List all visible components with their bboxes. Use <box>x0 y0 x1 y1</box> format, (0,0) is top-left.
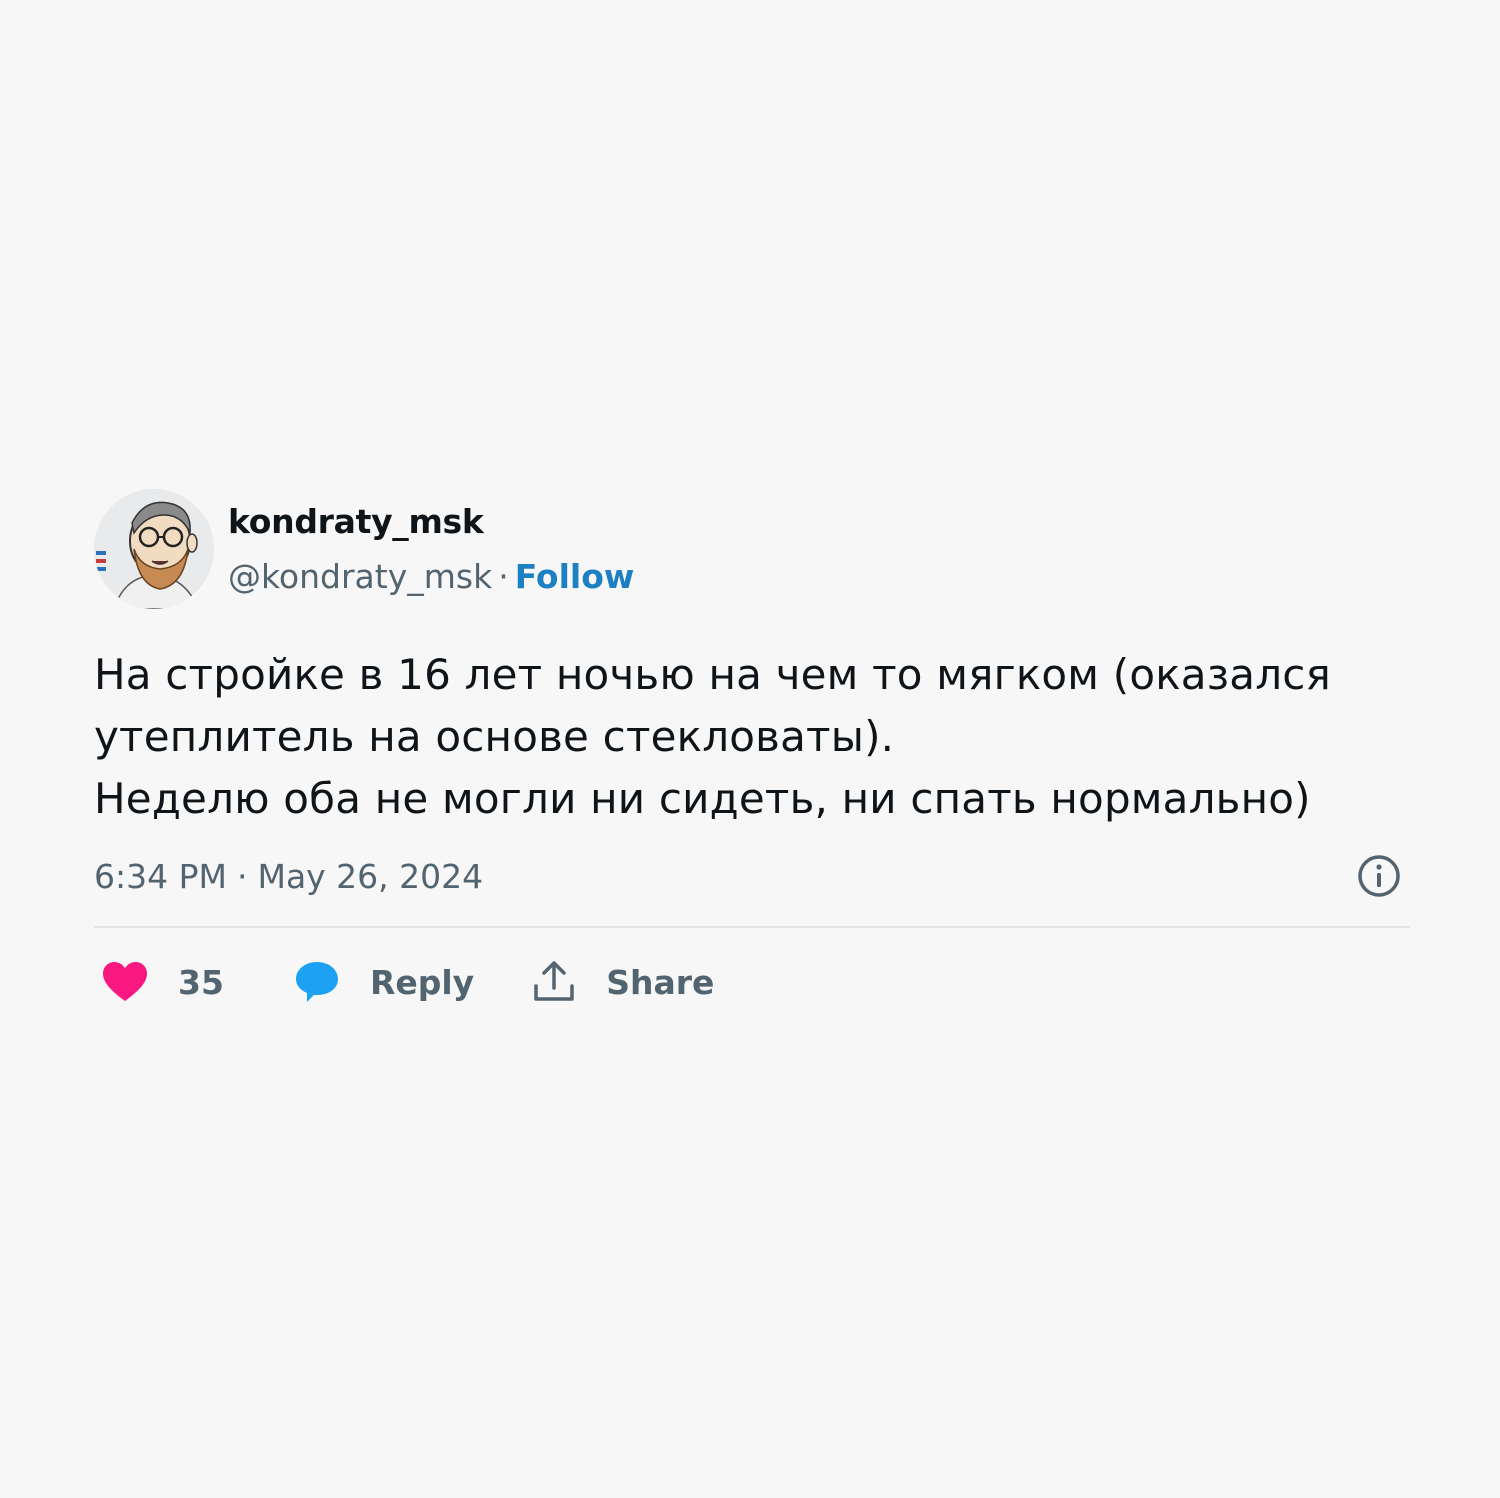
divider <box>94 926 1410 928</box>
tweet-text: На стройке в 16 лет ночью на чем то мягк… <box>94 644 1410 830</box>
like-button[interactable]: 35 <box>102 961 224 1003</box>
tweet-text-line: утеплитель на основе стекловаты). <box>94 712 895 761</box>
tweet-card: kondraty_msk @kondraty_msk · Follow На стр… <box>94 488 1410 1012</box>
handle[interactable]: @kondraty_msk <box>228 557 492 596</box>
reply-label: Reply <box>369 962 475 1002</box>
separator-dot: · <box>498 556 509 596</box>
share-label: Share <box>606 962 715 1002</box>
like-count: 35 <box>178 962 224 1002</box>
info-icon[interactable] <box>1356 853 1402 899</box>
tweet-text-line: Неделю оба не могли ни сидеть, ни спать … <box>94 774 1311 823</box>
tweet-text-line: На стройке в 16 лет ночью на чем то мягк… <box>94 650 1331 699</box>
tweet-meta: 6:34 PM · May 26, 2024 <box>94 848 1410 904</box>
handle-row: @kondraty_msk · Follow <box>228 557 634 597</box>
tweet-header: kondraty_msk @kondraty_msk · Follow <box>94 488 1410 610</box>
reply-button[interactable]: Reply <box>294 960 474 1004</box>
author-names: kondraty_msk @kondraty_msk · Follow <box>228 502 634 597</box>
share-button[interactable]: Share <box>532 960 714 1004</box>
tweet-date[interactable]: May 26, 2024 <box>257 857 483 896</box>
separator-dot: · <box>236 856 248 896</box>
avatar[interactable] <box>94 489 214 609</box>
tweet-actions: 35 Reply Share <box>94 952 1410 1012</box>
follow-button[interactable]: Follow <box>515 557 635 596</box>
tweet-time[interactable]: 6:34 PM <box>94 857 227 896</box>
heart-icon <box>103 962 147 1001</box>
avatar-caricature-image <box>94 489 214 609</box>
speech-bubble-icon <box>295 962 338 1002</box>
share-upload-icon <box>534 961 574 1001</box>
display-name[interactable]: kondraty_msk <box>228 502 634 542</box>
